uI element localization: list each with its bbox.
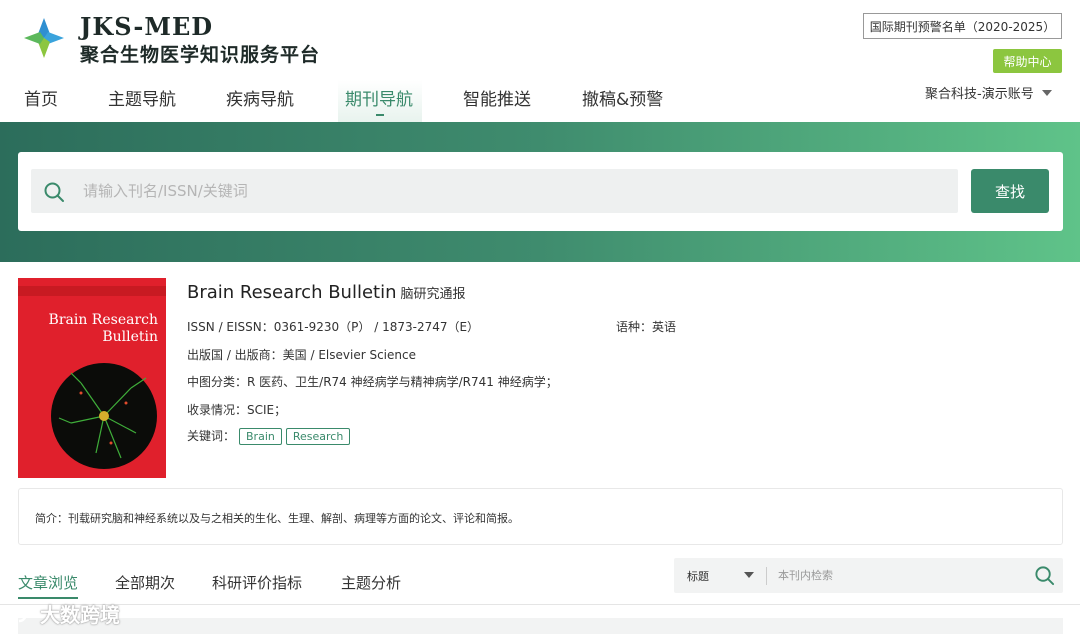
tab-metrics[interactable]: 科研评价指标 (212, 572, 302, 593)
watermark-text: 大数跨境 (40, 603, 120, 627)
chevron-down-icon[interactable] (744, 572, 754, 578)
jks-logo-icon[interactable] (20, 14, 68, 62)
tab-article-browse[interactable]: 文章浏览 (18, 572, 79, 599)
search-card: 查找 (18, 152, 1063, 231)
search-button[interactable]: 查找 (971, 169, 1049, 213)
search-banner: 查找 (0, 122, 1080, 262)
cover-header-band (18, 286, 166, 296)
cover-title: Brain Research Bulletin (48, 312, 158, 345)
journal-title-cn: 脑研究通报 (400, 287, 466, 302)
watermark: 大数跨境 (8, 599, 120, 628)
help-center-button[interactable]: 帮助中心 (993, 49, 1062, 73)
search-icon[interactable] (1034, 565, 1055, 586)
watermark-logo-icon (10, 605, 32, 622)
journal-keywords: 关键词： Brain Research (187, 427, 351, 445)
search-input[interactable] (83, 169, 943, 213)
nav-item-disease[interactable]: 疾病导航 (226, 80, 294, 122)
journal-publisher: 出版国 / 出版商：美国 / Elsevier Science (187, 348, 416, 362)
tabs-divider (0, 604, 1080, 605)
divider (766, 567, 767, 585)
keywords-label: 关键词： (187, 429, 236, 443)
tab-all-issues[interactable]: 全部期次 (115, 572, 175, 593)
journal-intro: 简介：刊载研究脑和神经系统以及与之相关的生化、生理、解剖、病理等方面的论文、评论… (18, 488, 1063, 545)
brand-subtitle: 聚合生物医学知识服务平台 (80, 44, 321, 66)
in-journal-search: 标题 (674, 558, 1063, 593)
journal-classification: 中图分类：R 医药、卫生/R74 神经病学与精神病学/R741 神经病学； (187, 375, 558, 389)
journal-cover: Brain Research Bulletin (18, 278, 166, 478)
nav-item-topic[interactable]: 主题导航 (108, 80, 176, 122)
search-field-select[interactable]: 标题 (687, 568, 709, 584)
nav-item-home[interactable]: 首页 (24, 80, 58, 122)
article-list-header (18, 618, 1063, 634)
keyword-tag[interactable]: Research (285, 428, 351, 445)
header: JKS-MED 聚合生物医学知识服务平台 国际期刊预警名单（2020-2025）… (0, 0, 1080, 122)
brand-name: JKS-MED (80, 12, 214, 41)
cover-neuron-image (51, 363, 157, 469)
journal-title: Brain Research Bulletin 脑研究通报 (187, 282, 466, 303)
in-journal-search-input[interactable] (778, 558, 1028, 593)
chevron-down-icon (1041, 89, 1052, 96)
nav-item-smart-push[interactable]: 智能推送 (463, 80, 531, 122)
search-icon (44, 182, 64, 202)
main-nav: 首页 主题导航 疾病导航 期刊导航 智能推送 撤稿&预警 (0, 80, 700, 122)
account-menu[interactable]: 聚合科技-演示账号 (925, 83, 1052, 102)
account-name: 聚合科技-演示账号 (925, 87, 1034, 102)
tab-topic-analysis[interactable]: 主题分析 (341, 572, 401, 593)
search-box (31, 169, 958, 213)
warning-list-button[interactable]: 国际期刊预警名单（2020-2025） (863, 13, 1062, 39)
nav-item-journal[interactable]: 期刊导航 (338, 80, 422, 122)
journal-issn: ISSN / EISSN：0361-9230（P） / 1873-2747（E） (187, 320, 480, 334)
journal-indexed: 收录情况：SCIE； (187, 403, 287, 417)
nav-item-retraction[interactable]: 撤稿&预警 (582, 80, 663, 122)
keyword-tag[interactable]: Brain (239, 428, 282, 445)
journal-title-en: Brain Research Bulletin (187, 282, 397, 303)
journal-language: 语种：英语 (616, 320, 677, 334)
